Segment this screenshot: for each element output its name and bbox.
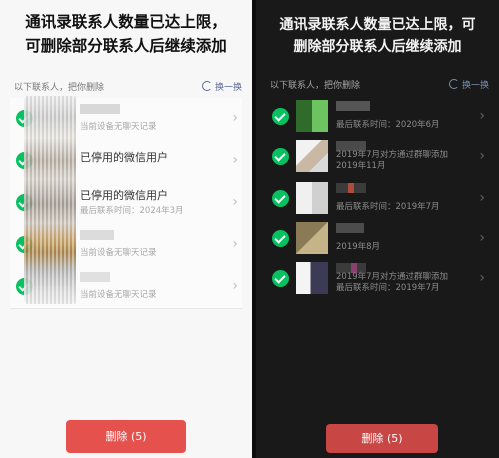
- contact-row[interactable]: 2019年7月对方通过群聊添加 最后联系时间：2019年7月 ›: [266, 258, 489, 298]
- avatar: [296, 182, 328, 214]
- contact-name: 已停用的微信用户: [80, 151, 168, 164]
- contact-subtitle: 最后联系时间：2024年3月: [80, 206, 184, 216]
- contact-subtitle: 2019年8月: [336, 242, 381, 252]
- contact-row[interactable]: 最后联系时间：2020年6月 ›: [266, 96, 489, 136]
- contact-row[interactable]: 最后联系时间：2019年7月 ›: [266, 178, 489, 218]
- privacy-blur-overlay: [24, 96, 76, 304]
- title-line-2: 删除部分联系人后继续添加: [293, 39, 462, 55]
- contact-name: [336, 183, 366, 195]
- check-circle-icon[interactable]: [272, 270, 289, 287]
- delete-button[interactable]: 删除 (5): [66, 420, 186, 453]
- contact-name: [80, 271, 110, 284]
- chevron-right-icon: ›: [232, 236, 238, 252]
- contact-row[interactable]: 2019年7月对方通过群聊添加 2019年11月 ›: [266, 136, 489, 176]
- chevron-right-icon: ›: [479, 230, 485, 246]
- refresh-icon: [201, 81, 212, 91]
- name-mosaic: [80, 104, 120, 114]
- refresh-icon: [448, 79, 459, 89]
- contact-subtitle: 最后联系时间：2019年7月: [336, 202, 440, 212]
- delete-button[interactable]: 删除 (5): [326, 424, 438, 453]
- check-circle-icon[interactable]: [272, 108, 289, 125]
- chevron-right-icon: ›: [232, 278, 238, 294]
- avatar: [296, 262, 328, 294]
- name-mosaic: [336, 223, 364, 233]
- contact-subtitle: 当前设备无聊天记录: [80, 122, 157, 132]
- chevron-right-icon: ›: [232, 110, 238, 126]
- check-circle-icon[interactable]: [272, 148, 289, 165]
- name-mosaic: [80, 272, 110, 282]
- dark-mode-screen: 通讯录联系人数量已达上限，可 删除部分联系人后继续添加 以下联系人，把你删除 换…: [256, 0, 499, 458]
- avatar: [296, 100, 328, 132]
- contact-name: [80, 229, 114, 242]
- name-mosaic: [80, 230, 114, 240]
- title-line-1: 通讯录联系人数量已达上限，可: [279, 17, 476, 33]
- contact-subtitle: 当前设备无聊天记录: [80, 290, 157, 300]
- chevron-right-icon: ›: [479, 190, 485, 206]
- chevron-right-icon: ›: [232, 152, 238, 168]
- check-circle-icon[interactable]: [272, 230, 289, 247]
- list-hint-bar: 以下联系人，把你删除 换一换: [14, 80, 242, 96]
- limit-title: 通讯录联系人数量已达上限，可 删除部分联系人后继续添加: [256, 14, 499, 58]
- list-hint: 以下联系人，把你删除: [14, 83, 105, 93]
- refresh-button[interactable]: 换一换: [201, 80, 242, 93]
- chevron-right-icon: ›: [479, 148, 485, 164]
- check-circle-icon[interactable]: [272, 190, 289, 207]
- contact-subtitle: 2019年7月对方通过群聊添加 最后联系时间：2019年7月: [336, 272, 449, 293]
- name-mosaic: [336, 101, 370, 111]
- avatar: [296, 140, 328, 172]
- contact-name: [336, 101, 370, 113]
- limit-title: 通讯录联系人数量已达上限， 可删除部分联系人后继续添加: [0, 10, 252, 58]
- contact-subtitle: 当前设备无聊天记录: [80, 248, 157, 258]
- light-mode-screen: 通讯录联系人数量已达上限， 可删除部分联系人后继续添加 以下联系人，把你删除 换…: [0, 0, 252, 458]
- list-hint: 以下联系人，把你删除: [270, 81, 361, 91]
- refresh-button[interactable]: 换一换: [448, 78, 489, 91]
- contact-subtitle: 最后联系时间：2020年6月: [336, 120, 440, 130]
- name-mosaic: [336, 183, 366, 193]
- title-line-2: 可删除部分联系人后继续添加: [25, 37, 227, 55]
- contact-row[interactable]: 2019年8月 ›: [266, 218, 489, 258]
- title-line-1: 通讯录联系人数量已达上限，: [25, 13, 227, 31]
- chevron-right-icon: ›: [232, 194, 238, 210]
- chevron-right-icon: ›: [479, 270, 485, 286]
- screenshot-comparison: 通讯录联系人数量已达上限， 可删除部分联系人后继续添加 以下联系人，把你删除 换…: [0, 0, 499, 458]
- chevron-right-icon: ›: [479, 108, 485, 124]
- contact-name: [336, 223, 364, 235]
- contact-name: 已停用的微信用户: [80, 189, 168, 202]
- contact-subtitle: 2019年7月对方通过群聊添加 2019年11月: [336, 150, 449, 171]
- avatar: [296, 222, 328, 254]
- contact-name: [80, 103, 120, 116]
- list-hint-bar: 以下联系人，把你删除 换一换: [270, 78, 489, 94]
